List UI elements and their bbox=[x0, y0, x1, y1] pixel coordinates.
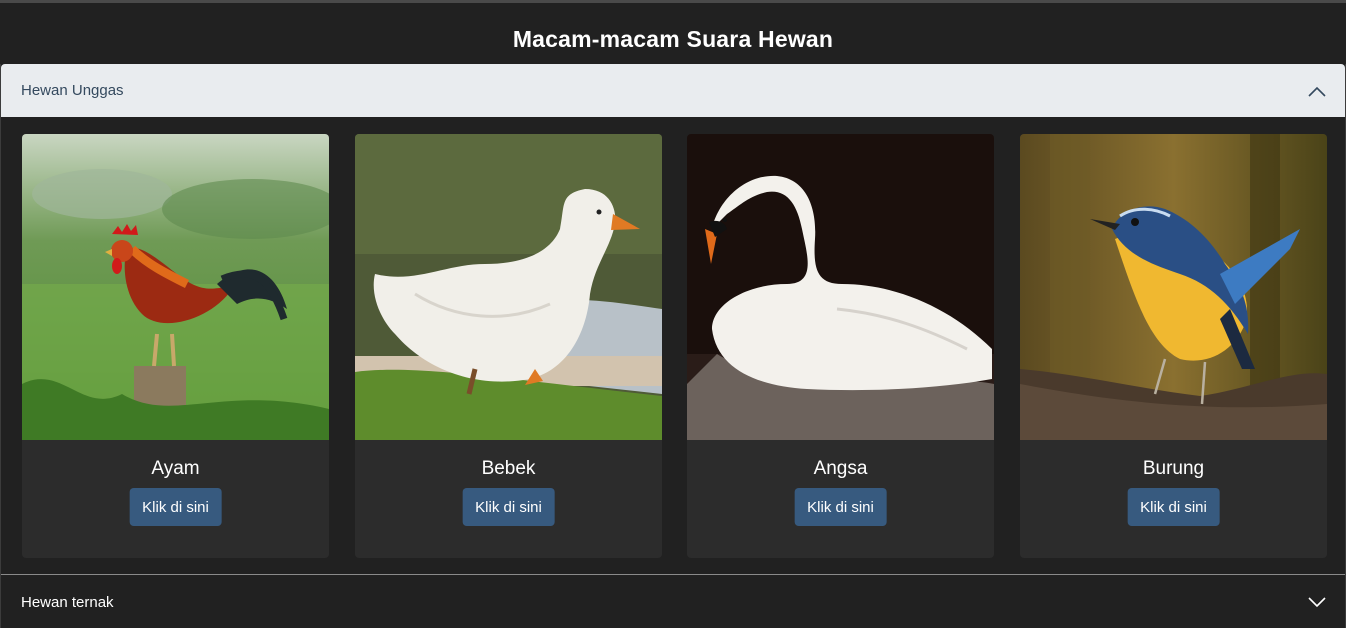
accordion-label: Hewan ternak bbox=[21, 593, 114, 611]
card-title: Bebek bbox=[481, 458, 536, 479]
animal-card-ayam: Ayam Klik di sini bbox=[22, 134, 329, 558]
card-title: Burung bbox=[1142, 458, 1205, 479]
window-top-border bbox=[0, 0, 1346, 3]
chevron-up-icon bbox=[1308, 86, 1326, 97]
card-title: Ayam bbox=[151, 458, 200, 479]
duck-image bbox=[355, 134, 662, 440]
animal-card-burung: Burung Klik di sini bbox=[1020, 134, 1327, 558]
animal-card-bebek: Bebek Klik di sini bbox=[355, 134, 662, 558]
play-sound-button-bebek[interactable]: Klik di sini bbox=[462, 488, 555, 526]
play-sound-button-burung[interactable]: Klik di sini bbox=[1127, 488, 1220, 526]
accordion-label: Hewan Unggas bbox=[21, 82, 124, 99]
play-sound-button-ayam[interactable]: Klik di sini bbox=[129, 488, 222, 526]
page-title: Macam-macam Suara Hewan bbox=[512, 26, 834, 52]
play-sound-button-angsa[interactable]: Klik di sini bbox=[794, 488, 887, 526]
accordion-header-hewan-unggas[interactable]: Hewan Unggas bbox=[1, 64, 1345, 117]
card-title: Angsa bbox=[813, 458, 868, 479]
animal-card-angsa: Angsa Klik di sini bbox=[687, 134, 994, 558]
accordion-header-hewan-ternak[interactable]: Hewan ternak bbox=[1, 576, 1345, 628]
bluebird-image bbox=[1020, 134, 1327, 440]
accordion-body-hewan-unggas: Ayam Klik di sini Bebek Klik di sini Ang… bbox=[1, 117, 1345, 575]
accordion: Hewan Unggas Ayam Klik di sini Bebek Kli… bbox=[0, 64, 1346, 628]
chevron-down-icon bbox=[1308, 597, 1326, 608]
rooster-image bbox=[22, 134, 329, 440]
swan-image bbox=[687, 134, 994, 440]
